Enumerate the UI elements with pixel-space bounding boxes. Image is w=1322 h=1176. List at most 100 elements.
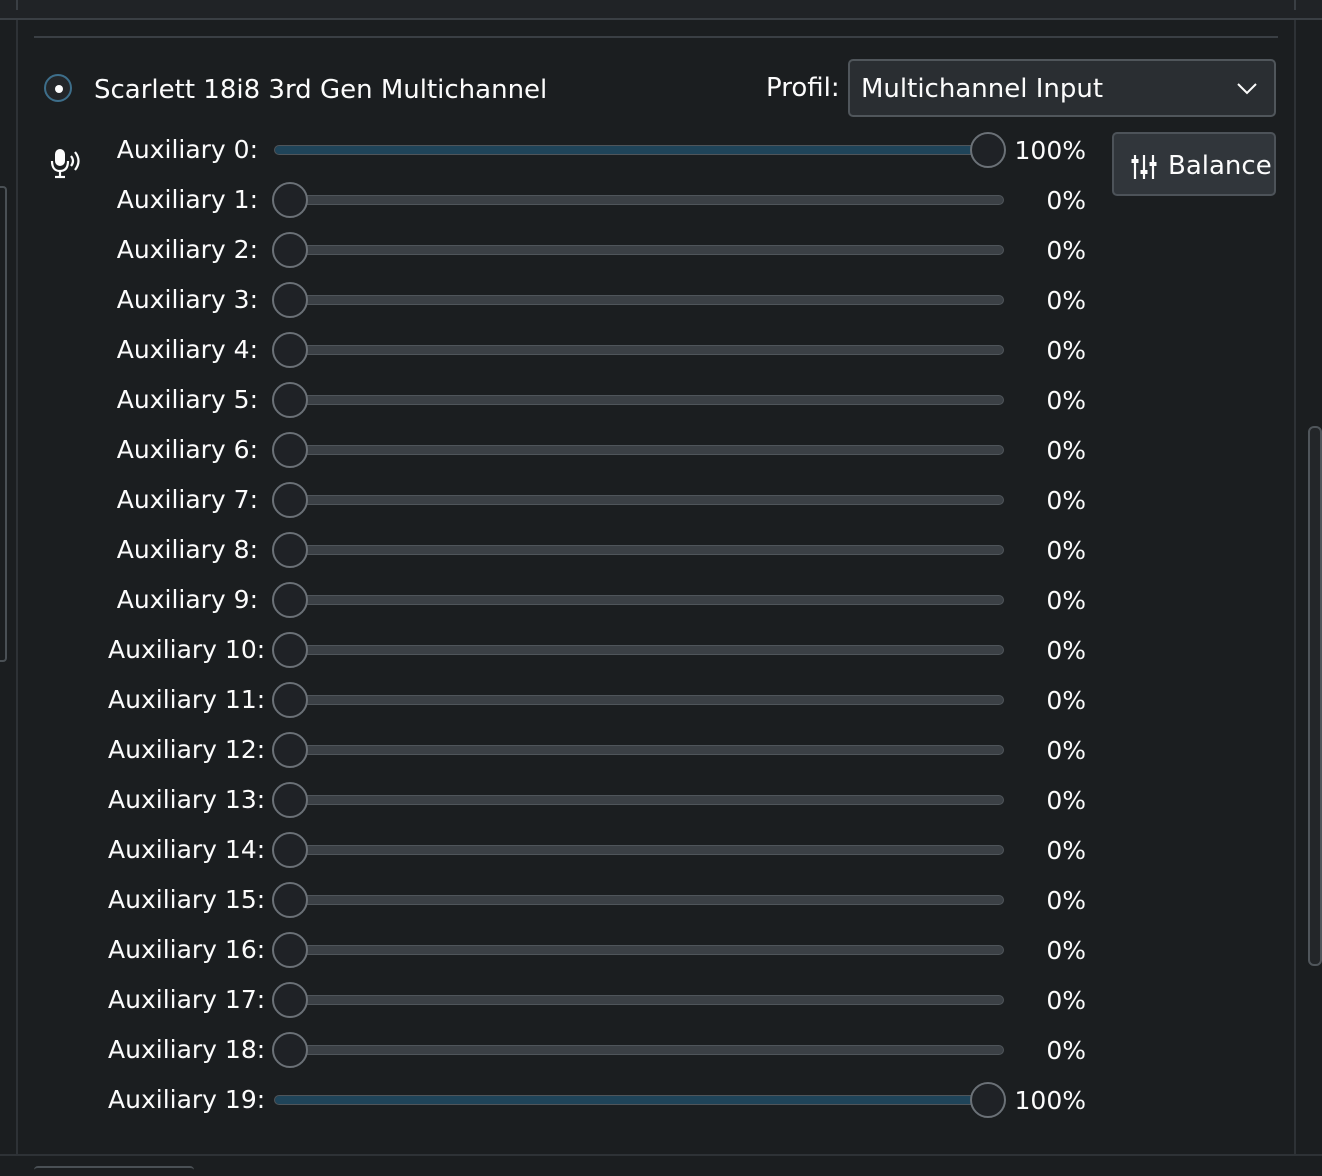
channel-volume-slider[interactable] [272, 882, 1006, 918]
channel-label: Auxiliary 10: [108, 635, 266, 664]
channel-volume-value: 0% [1046, 386, 1086, 415]
slider-groove [274, 645, 1004, 655]
channel-volume-slider[interactable] [272, 1082, 1006, 1118]
channel-volume-slider[interactable] [272, 532, 1006, 568]
slider-handle[interactable] [272, 982, 308, 1018]
slider-fill [275, 146, 991, 154]
slider-handle[interactable] [272, 232, 308, 268]
slider-handle[interactable] [272, 682, 308, 718]
channel-volume-value: 0% [1046, 886, 1086, 915]
channel-volume-value: 0% [1046, 836, 1086, 865]
channel-volume-slider[interactable] [272, 232, 1006, 268]
channel-volume-value: 0% [1046, 186, 1086, 215]
channel-volume-slider[interactable] [272, 582, 1006, 618]
device-radio-button[interactable] [44, 74, 72, 102]
slider-groove [274, 345, 1004, 355]
channel-volume-slider[interactable] [272, 782, 1006, 818]
slider-groove [274, 695, 1004, 705]
next-card-edge [34, 1166, 194, 1176]
slider-groove [274, 995, 1004, 1005]
scrollbar-handle[interactable] [1308, 426, 1322, 966]
slider-handle[interactable] [272, 882, 308, 918]
channel-volume-value: 0% [1046, 336, 1086, 365]
slider-handle[interactable] [272, 832, 308, 868]
channel-volume-value: 0% [1046, 286, 1086, 315]
audio-device-window: Scarlett 18i8 3rd Gen Multichannel Profi… [0, 0, 1322, 1172]
channel-label: Auxiliary 4: [116, 335, 258, 364]
slider-handle[interactable] [272, 1032, 308, 1068]
balance-button-label: Balance [1168, 151, 1272, 181]
profile-label: Profil: [766, 73, 840, 103]
sliders-icon [1131, 155, 1157, 179]
channel-volume-value: 0% [1046, 536, 1086, 565]
channel-label: Auxiliary 6: [116, 435, 258, 464]
channel-volume-slider[interactable] [272, 932, 1006, 968]
channel-volume-slider[interactable] [272, 132, 1006, 168]
channel-volume-value: 0% [1046, 686, 1086, 715]
slider-handle[interactable] [272, 782, 308, 818]
left-panel-scroll-edge[interactable] [0, 186, 7, 662]
channel-volume-slider[interactable] [272, 282, 1006, 318]
balance-button[interactable]: Balance [1112, 132, 1276, 196]
channel-volume-value: 0% [1046, 436, 1086, 465]
slider-handle[interactable] [272, 432, 308, 468]
channel-label: Auxiliary 15: [108, 885, 266, 914]
channel-label: Auxiliary 9: [116, 585, 258, 614]
channel-label: Auxiliary 12: [108, 735, 266, 764]
slider-groove [274, 395, 1004, 405]
channel-volume-value: 0% [1046, 636, 1086, 665]
slider-groove [274, 795, 1004, 805]
channel-label: Auxiliary 16: [108, 935, 266, 964]
slider-handle[interactable] [272, 932, 308, 968]
slider-handle[interactable] [272, 482, 308, 518]
channel-volume-slider[interactable] [272, 632, 1006, 668]
channel-volume-slider[interactable] [272, 332, 1006, 368]
channel-volume-value: 0% [1046, 986, 1086, 1015]
channel-label: Auxiliary 2: [116, 235, 258, 264]
channel-volume-value: 0% [1046, 1036, 1086, 1065]
channel-volume-value: 100% [1014, 136, 1086, 165]
slider-groove [274, 445, 1004, 455]
profile-select[interactable]: Multichannel Input [848, 59, 1276, 117]
slider-groove [274, 845, 1004, 855]
right-frame [1294, 20, 1296, 1156]
channel-label: Auxiliary 18: [108, 1035, 266, 1064]
channel-volume-value: 0% [1046, 586, 1086, 615]
slider-handle[interactable] [272, 632, 308, 668]
channel-volume-slider[interactable] [272, 182, 1006, 218]
channel-volume-slider[interactable] [272, 832, 1006, 868]
channel-volume-slider[interactable] [272, 432, 1006, 468]
channel-volume-slider[interactable] [272, 682, 1006, 718]
top-bar [0, 0, 1322, 20]
slider-handle[interactable] [272, 532, 308, 568]
slider-fill [275, 1096, 991, 1104]
slider-handle[interactable] [272, 182, 308, 218]
slider-groove [274, 745, 1004, 755]
channel-volume-slider[interactable] [272, 982, 1006, 1018]
slider-handle[interactable] [272, 332, 308, 368]
channel-volume-slider[interactable] [272, 382, 1006, 418]
slider-handle[interactable] [272, 282, 308, 318]
slider-handle[interactable] [272, 382, 308, 418]
profile-selected-value: Multichannel Input [861, 74, 1104, 104]
channel-volume-slider[interactable] [272, 732, 1006, 768]
channel-volume-value: 0% [1046, 786, 1086, 815]
slider-handle[interactable] [272, 732, 308, 768]
slider-groove [274, 945, 1004, 955]
channel-label: Auxiliary 1: [116, 185, 258, 214]
slider-groove [274, 1045, 1004, 1055]
slider-groove [274, 895, 1004, 905]
slider-groove [274, 295, 1004, 305]
channel-label: Auxiliary 0: [116, 135, 258, 164]
slider-handle[interactable] [272, 582, 308, 618]
channel-label: Auxiliary 7: [116, 485, 258, 514]
device-name[interactable]: Scarlett 18i8 3rd Gen Multichannel [94, 72, 547, 108]
channel-volume-value: 0% [1046, 736, 1086, 765]
channel-volume-slider[interactable] [272, 1032, 1006, 1068]
slider-groove [274, 245, 1004, 255]
channel-volume-value: 0% [1046, 236, 1086, 265]
slider-groove [274, 1095, 1004, 1105]
channel-label: Auxiliary 8: [116, 535, 258, 564]
channel-label: Auxiliary 3: [116, 285, 258, 314]
channel-volume-slider[interactable] [272, 482, 1006, 518]
